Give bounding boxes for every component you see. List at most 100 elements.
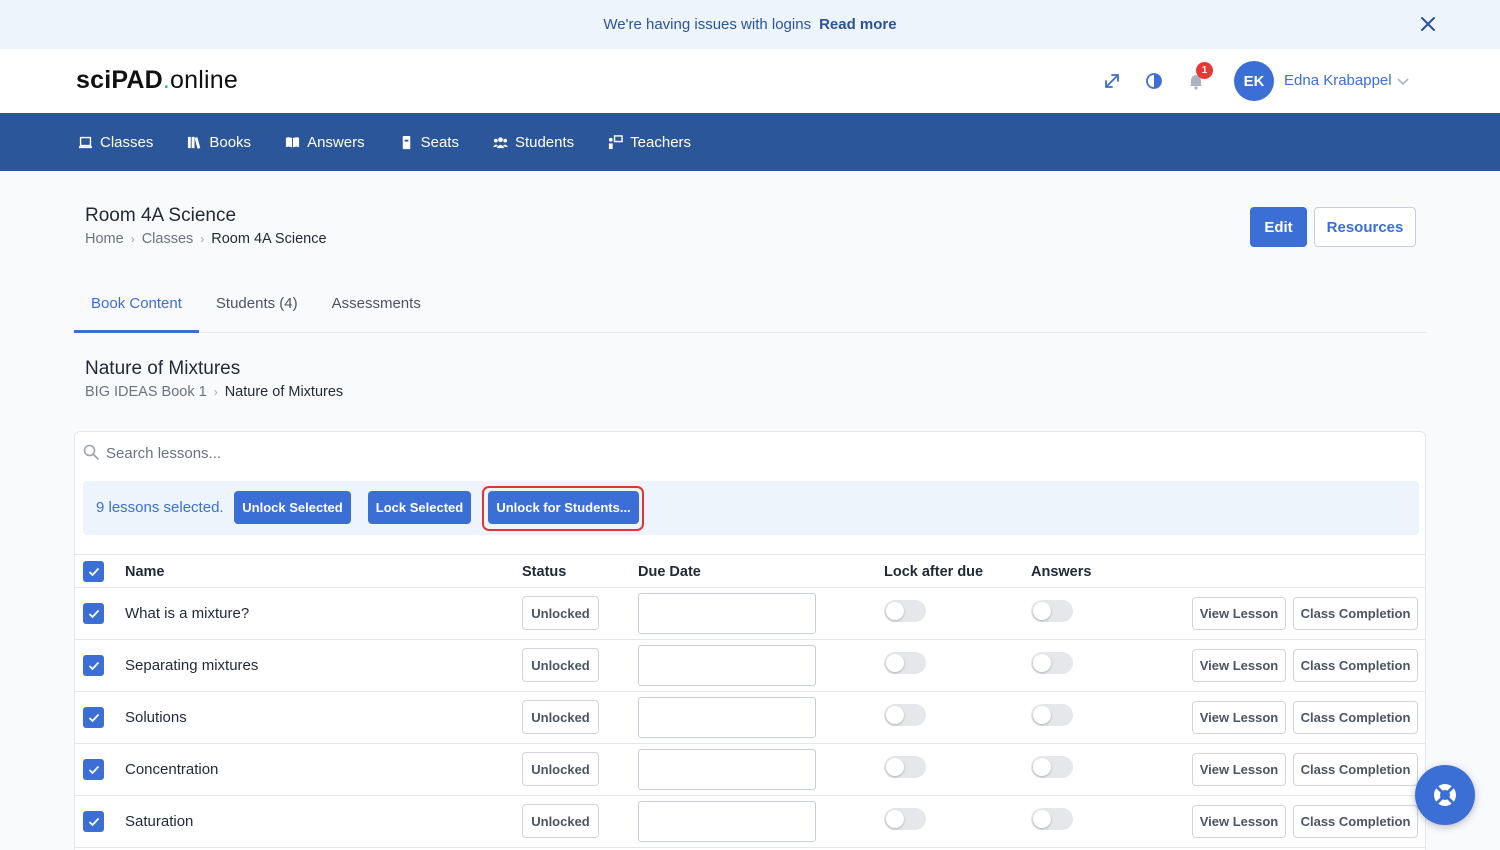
row-checkbox[interactable] bbox=[83, 707, 104, 728]
breadcrumb: Home › Classes › Room 4A Science bbox=[85, 231, 327, 247]
answers-icon bbox=[286, 136, 300, 148]
column-lock-after-due[interactable]: Lock after due bbox=[884, 564, 983, 580]
lesson-name: Solutions bbox=[125, 709, 187, 726]
nav-item-books[interactable]: Books bbox=[187, 134, 251, 151]
column-answers[interactable]: Answers bbox=[1031, 564, 1091, 580]
row-checkbox[interactable] bbox=[83, 759, 104, 780]
class-completion-button[interactable]: Class Completion bbox=[1293, 753, 1418, 786]
breadcrumb-book[interactable]: BIG IDEAS Book 1 bbox=[85, 384, 207, 400]
status-badge[interactable]: Unlocked bbox=[522, 648, 599, 682]
due-date-field[interactable] bbox=[638, 645, 816, 686]
nav-item-seats[interactable]: Seats bbox=[399, 134, 459, 151]
view-lesson-button[interactable]: View Lesson bbox=[1192, 701, 1286, 734]
chevron-right-icon: › bbox=[213, 385, 218, 399]
table-row: What is a mixture? Unlocked View Lesson Cla… bbox=[75, 588, 1425, 640]
lesson-name: Saturation bbox=[125, 813, 194, 830]
answers-toggle[interactable] bbox=[1031, 704, 1073, 726]
row-checkbox[interactable] bbox=[83, 603, 104, 624]
main-nav: Classes Books Answers Seats Students Tea… bbox=[0, 113, 1500, 171]
search-input[interactable] bbox=[106, 438, 806, 468]
edit-button[interactable]: Edit bbox=[1250, 207, 1307, 247]
class-completion-button[interactable]: Class Completion bbox=[1293, 597, 1418, 630]
user-name[interactable]: Edna Krabappel bbox=[1284, 72, 1392, 89]
tab-assessments[interactable]: Assessments bbox=[315, 284, 438, 333]
resources-button[interactable]: Resources bbox=[1314, 207, 1416, 247]
tab-students[interactable]: Students (4) bbox=[199, 284, 315, 333]
tab-book-content[interactable]: Book Content bbox=[74, 284, 199, 333]
row-checkbox[interactable] bbox=[83, 655, 104, 676]
contrast-icon[interactable] bbox=[1144, 71, 1164, 91]
close-icon[interactable] bbox=[1418, 14, 1438, 34]
students-icon bbox=[492, 136, 508, 148]
read-more-link[interactable]: Read more bbox=[819, 16, 897, 33]
check-icon bbox=[88, 817, 99, 826]
chevron-down-icon[interactable] bbox=[1396, 74, 1410, 88]
view-lesson-button[interactable]: View Lesson bbox=[1192, 753, 1286, 786]
column-status[interactable]: Status bbox=[522, 564, 566, 580]
view-lesson-button[interactable]: View Lesson bbox=[1192, 597, 1286, 630]
answers-toggle[interactable] bbox=[1031, 600, 1073, 622]
lesson-name: Concentration bbox=[125, 761, 219, 778]
nav-item-classes[interactable]: Classes bbox=[78, 134, 153, 151]
view-lesson-button[interactable]: View Lesson bbox=[1192, 805, 1286, 838]
nav-item-teachers[interactable]: Teachers bbox=[608, 134, 691, 151]
status-badge[interactable]: Unlocked bbox=[522, 596, 599, 630]
breadcrumb-classes[interactable]: Classes bbox=[142, 231, 194, 247]
unlock-for-students-button[interactable]: Unlock for Students... bbox=[488, 491, 639, 524]
breadcrumb-current: Room 4A Science bbox=[211, 231, 327, 247]
check-icon bbox=[88, 661, 99, 670]
section-title: Nature of Mixtures bbox=[85, 358, 241, 379]
search-icon bbox=[83, 444, 99, 460]
lessons-panel: 9 lessons selected. Unlock Selected Lock… bbox=[74, 431, 1426, 850]
banner-message: We're having issues with logins bbox=[603, 16, 812, 33]
lock-after-due-toggle[interactable] bbox=[884, 652, 926, 674]
help-button[interactable] bbox=[1415, 765, 1475, 825]
lock-after-due-toggle[interactable] bbox=[884, 600, 926, 622]
due-date-field[interactable] bbox=[638, 749, 816, 790]
avatar[interactable]: EK bbox=[1234, 61, 1274, 101]
unlock-selected-button[interactable]: Unlock Selected bbox=[234, 491, 351, 524]
answers-toggle[interactable] bbox=[1031, 756, 1073, 778]
row-checkbox[interactable] bbox=[83, 811, 104, 832]
table-header: Name Status Due Date Lock after due Answ… bbox=[75, 554, 1425, 588]
tab-bar: Book Content Students (4) Assessments bbox=[74, 284, 1426, 333]
answers-toggle[interactable] bbox=[1031, 652, 1073, 674]
selection-count: 9 lessons selected. bbox=[96, 499, 224, 516]
status-badge[interactable]: Unlocked bbox=[522, 700, 599, 734]
announcement-banner: We're having issues with logins Read mor… bbox=[0, 0, 1500, 49]
check-icon bbox=[88, 567, 99, 576]
breadcrumb-home[interactable]: Home bbox=[85, 231, 124, 247]
status-badge[interactable]: Unlocked bbox=[522, 752, 599, 786]
column-due-date[interactable]: Due Date bbox=[638, 564, 701, 580]
lock-after-due-toggle[interactable] bbox=[884, 808, 926, 830]
check-icon bbox=[88, 609, 99, 618]
books-icon bbox=[188, 136, 201, 149]
app-header: sciPAD.online 1 EK Edna Krabappel bbox=[0, 49, 1500, 113]
status-badge[interactable]: Unlocked bbox=[522, 804, 599, 838]
column-name[interactable]: Name bbox=[125, 564, 165, 580]
select-all-checkbox[interactable] bbox=[83, 561, 104, 582]
class-completion-button[interactable]: Class Completion bbox=[1293, 701, 1418, 734]
nav-item-answers[interactable]: Answers bbox=[285, 134, 365, 151]
class-completion-button[interactable]: Class Completion bbox=[1293, 805, 1418, 838]
lock-selected-button[interactable]: Lock Selected bbox=[368, 491, 471, 524]
lesson-name: Separating mixtures bbox=[125, 657, 259, 674]
view-lesson-button[interactable]: View Lesson bbox=[1192, 649, 1286, 682]
notification-badge: 1 bbox=[1196, 62, 1213, 79]
lock-after-due-toggle[interactable] bbox=[884, 756, 926, 778]
section-breadcrumb: BIG IDEAS Book 1 › Nature of Mixtures bbox=[85, 384, 343, 400]
due-date-field[interactable] bbox=[638, 593, 816, 634]
chevron-right-icon: › bbox=[200, 232, 205, 246]
answers-toggle[interactable] bbox=[1031, 808, 1073, 830]
nav-item-students[interactable]: Students bbox=[492, 134, 574, 151]
table-row: Saturation Unlocked View Lesson Class Compl… bbox=[75, 796, 1425, 848]
lock-after-due-toggle[interactable] bbox=[884, 704, 926, 726]
due-date-field[interactable] bbox=[638, 801, 816, 842]
table-row: Separating mixtures Unlocked View Lesson Cl… bbox=[75, 640, 1425, 692]
classes-icon bbox=[78, 136, 93, 148]
due-date-field[interactable] bbox=[638, 697, 816, 738]
logo[interactable]: sciPAD.online bbox=[76, 66, 238, 95]
fullscreen-icon[interactable] bbox=[1102, 71, 1122, 91]
lifebuoy-icon bbox=[1434, 784, 1456, 806]
class-completion-button[interactable]: Class Completion bbox=[1293, 649, 1418, 682]
